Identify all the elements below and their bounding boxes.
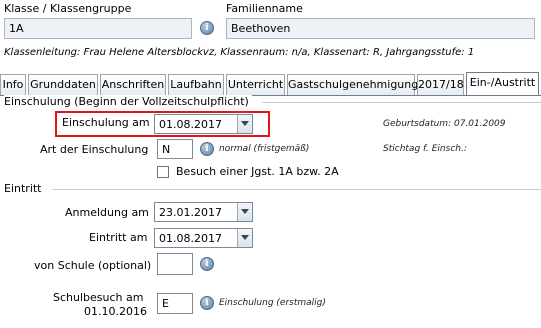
chevron-down-icon[interactable] — [237, 229, 252, 247]
jgst-1a-2a-checkbox[interactable] — [157, 166, 169, 178]
von-schule-field[interactable] — [157, 253, 193, 275]
tab-bar: Info Grunddaten Anschriften Laufbahn Unt… — [0, 72, 541, 96]
eintritt-label: Eintritt am — [89, 231, 148, 244]
class-label: Klasse / Klassengruppe — [4, 2, 132, 15]
einschulung-section-title: Einschulung (Beginn der Vollzeitschulpfl… — [4, 95, 252, 108]
anmeldung-label: Anmeldung am — [65, 206, 149, 219]
schulbesuch-label: Schulbesuch am — [53, 291, 144, 304]
eintritt-section-title: Eintritt — [4, 182, 45, 195]
von-schule-label: von Schule (optional) — [34, 259, 152, 272]
einschulung-date-value: 01.08.2017 — [159, 118, 222, 131]
schulbesuch-field[interactable]: E — [157, 293, 193, 314]
art-einschulung-label: Art der Einschulung — [40, 143, 149, 156]
tab-gastschulgenehmigung[interactable]: Gastschulgenehmigung — [287, 74, 418, 95]
class-field[interactable]: 1A — [4, 18, 192, 39]
chevron-down-icon[interactable] — [237, 115, 252, 133]
info-icon[interactable]: i — [200, 257, 214, 271]
tab-anschriften[interactable]: Anschriften — [100, 74, 166, 95]
einschulung-date-label: Einschulung am — [62, 116, 150, 129]
eintritt-section-divider — [52, 189, 541, 190]
einschulung-date-select[interactable]: 01.08.2017 — [154, 114, 253, 134]
birth-date-label: Geburtsdatum: 07.01.2009 — [383, 119, 506, 129]
schulbesuch-note: Einschulung (erstmalig) — [219, 298, 326, 308]
chevron-down-icon[interactable] — [237, 203, 252, 221]
tab-grunddaten[interactable]: Grunddaten — [28, 74, 98, 95]
art-einschulung-note: normal (fristgemäß) — [219, 144, 310, 154]
tab-info[interactable]: Info — [0, 74, 26, 95]
info-icon[interactable]: i — [200, 21, 214, 35]
einschulung-section-divider — [262, 102, 541, 103]
family-name-field[interactable]: Beethoven — [226, 18, 535, 39]
class-info-line: Klassenleitung: Frau Helene Altersblockv… — [4, 47, 475, 58]
tab-laufbahn[interactable]: Laufbahn — [168, 74, 224, 95]
tab-schuljahr[interactable]: 2017/18 — [417, 74, 464, 95]
anmeldung-date-select[interactable]: 23.01.2017 — [154, 202, 253, 222]
art-einschulung-field[interactable]: N — [157, 139, 193, 159]
tab-ein-austritt[interactable]: Ein-/Austritt — [466, 72, 539, 96]
schulbesuch-date-label: 01.10.2016 — [84, 305, 147, 318]
stichtag-label: Stichtag f. Einsch.: — [383, 144, 467, 154]
info-icon[interactable]: i — [200, 142, 214, 156]
info-icon[interactable]: i — [200, 296, 214, 310]
anmeldung-date-value: 23.01.2017 — [159, 206, 222, 219]
eintritt-date-select[interactable]: 01.08.2017 — [154, 228, 253, 248]
jgst-1a-2a-label: Besuch einer Jgst. 1A bzw. 2A — [176, 165, 339, 178]
tab-unterricht[interactable]: Unterricht — [226, 74, 285, 95]
eintritt-date-value: 01.08.2017 — [159, 232, 222, 245]
family-name-label: Familienname — [226, 2, 303, 15]
